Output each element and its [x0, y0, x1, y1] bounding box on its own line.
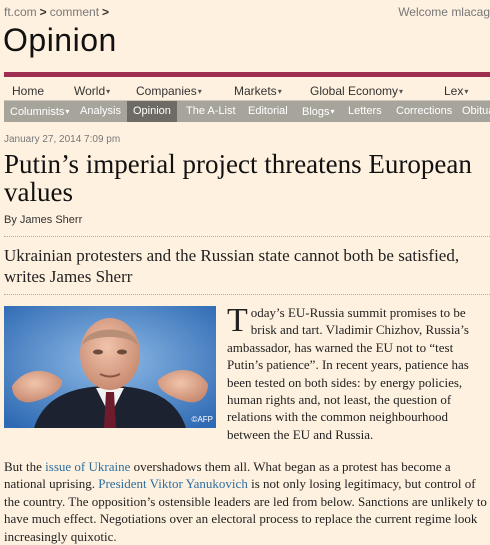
breadcrumb: ft.com > comment > [4, 5, 110, 19]
photo-credit: ©AFP [191, 415, 213, 424]
subnav-corrections[interactable]: Corrections [390, 101, 458, 122]
chevron-down-icon: ▾ [399, 87, 404, 96]
chevron-down-icon: ▾ [197, 87, 202, 96]
section-title: Opinion [3, 22, 117, 58]
nav-home[interactable]: Home [12, 84, 44, 98]
top-bar: ft.com > comment > Welcome mlacag [0, 0, 490, 22]
portrait-photo [4, 306, 216, 428]
subnav-analysis[interactable]: Analysis [74, 101, 127, 122]
article-headline: Putin’s imperial project threatens Europ… [4, 149, 472, 207]
subnav-columnists[interactable]: Columnists▾ [4, 101, 75, 122]
nav-global-economy[interactable]: Global Economy▾ [310, 84, 403, 98]
nav-lex[interactable]: Lex▾ [444, 84, 468, 98]
nav-companies[interactable]: Companies▾ [136, 84, 202, 98]
secondary-nav: Columnists▾ Analysis Opinion The A-List … [4, 101, 490, 122]
divider [4, 294, 490, 295]
chevron-down-icon: ▾ [106, 87, 111, 96]
nav-markets[interactable]: Markets▾ [234, 84, 282, 98]
chevron-down-icon: ▾ [464, 87, 469, 96]
chevron-down-icon: ▾ [330, 107, 335, 116]
breadcrumb-ftcom[interactable]: ft.com [4, 5, 37, 19]
divider [4, 236, 490, 237]
article-intro-paragraph: Today’s EU-Russia summit promises to be … [227, 304, 489, 443]
breadcrumb-comment[interactable]: comment [50, 5, 99, 19]
subnav-the-a-list[interactable]: The A-List [180, 101, 242, 122]
article-paragraph: But the issue of Ukraine overshadows the… [4, 459, 487, 544]
chevron-down-icon: ▾ [277, 87, 282, 96]
nav-world[interactable]: World▾ [74, 84, 110, 98]
link-president-yanukovich[interactable]: President Viktor Yanukovich [98, 476, 248, 491]
welcome-message[interactable]: Welcome mlacag [398, 5, 490, 19]
article-standfirst: Ukrainian protesters and the Russian sta… [4, 246, 460, 286]
chevron-down-icon: ▾ [65, 107, 70, 116]
article-photo: ©AFP [4, 306, 216, 428]
intro-text: oday’s EU-Russia summit promises to be b… [227, 305, 469, 442]
subnav-opinion[interactable]: Opinion [127, 101, 177, 122]
subnav-editorial[interactable]: Editorial [242, 101, 294, 122]
article-dateline: January 27, 2014 7:09 pm [4, 134, 121, 145]
section-accent-bar [4, 72, 490, 77]
subnav-letters[interactable]: Letters [342, 101, 388, 122]
article-byline: By James Sherr [4, 214, 83, 226]
drop-cap: T [227, 302, 248, 339]
subnav-blogs[interactable]: Blogs▾ [296, 101, 341, 122]
link-issue-of-ukraine[interactable]: issue of Ukraine [45, 459, 130, 474]
primary-nav: Home World▾ Companies▾ Markets▾ Global E… [4, 79, 490, 101]
subnav-obituaries[interactable]: Obituaries [456, 101, 490, 122]
